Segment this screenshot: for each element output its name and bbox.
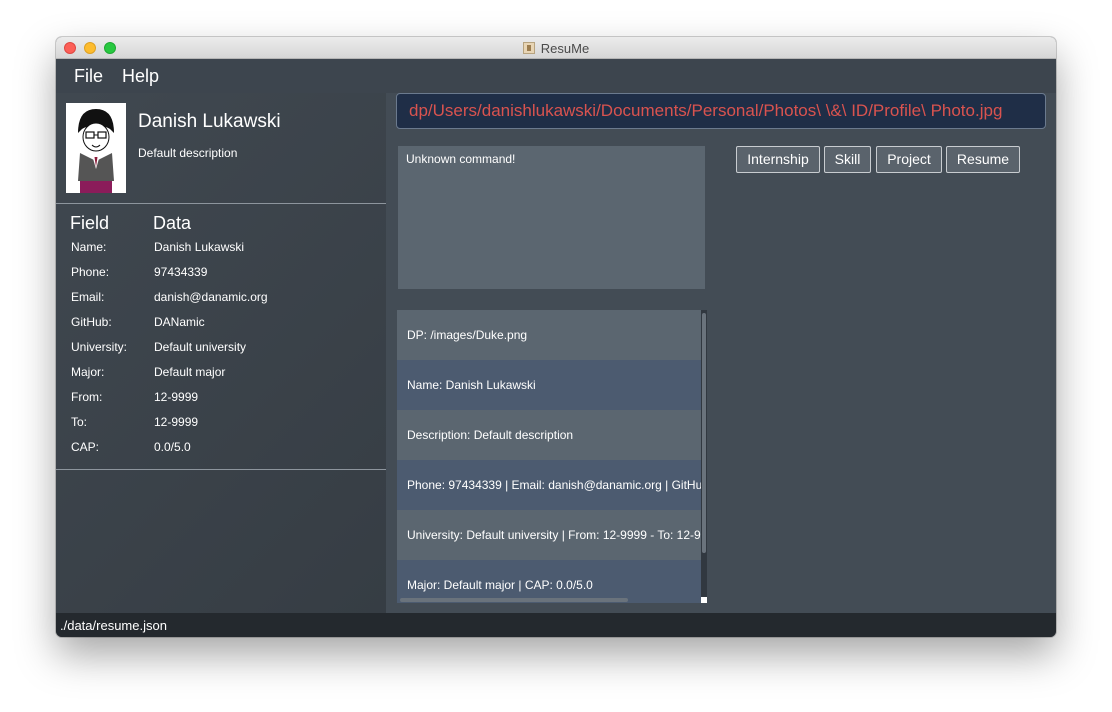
internship-button[interactable]: Internship — [736, 146, 820, 173]
field-row: CAP: 0.0/5.0 — [56, 436, 386, 461]
field-row: Major: Default major — [56, 361, 386, 386]
list-item[interactable]: DP: /images/Duke.png — [397, 310, 701, 360]
header-field: Field — [70, 213, 110, 233]
scroll-corner — [701, 597, 707, 603]
field-row: To: 12-9999 — [56, 411, 386, 436]
profile-photo — [66, 103, 126, 193]
menu-bar: File Help — [56, 59, 1056, 93]
field-value: 12-9999 — [154, 415, 199, 429]
resume-item-list[interactable]: DP: /images/Duke.png Name: Danish Lukaws… — [397, 310, 707, 603]
project-button[interactable]: Project — [876, 146, 942, 173]
field-key: Name: — [71, 240, 107, 254]
field-row: Name: Danish Lukawski — [56, 236, 386, 261]
separator-bottom — [56, 469, 386, 470]
field-value: Danish Lukawski — [154, 240, 245, 254]
profile-panel: Danish Lukawski Default description Fiel… — [56, 93, 386, 613]
horizontal-scroll-thumb[interactable] — [400, 598, 628, 602]
field-value: Default university — [154, 340, 247, 354]
header-data: Data — [153, 213, 192, 233]
list-item[interactable]: Description: Default description — [397, 410, 701, 460]
skill-button[interactable]: Skill — [824, 146, 871, 173]
field-row: From: 12-9999 — [56, 386, 386, 411]
status-bar: ./data/resume.json — [56, 613, 1056, 637]
list-item[interactable]: University: Default university | From: 1… — [397, 510, 701, 560]
list-item[interactable]: Name: Danish Lukawski — [397, 360, 701, 410]
field-row: Phone: 97434339 — [56, 261, 386, 286]
app-window: ResuMe File Help Danish Lukawski Default… — [56, 37, 1056, 637]
window-title-wrap: ResuMe — [56, 37, 1056, 59]
result-display: Unknown command! — [398, 146, 705, 289]
window-title: ResuMe — [540, 40, 590, 56]
field-key: From: — [71, 390, 103, 404]
profile-name: Danish Lukawski — [138, 111, 281, 132]
field-row: GitHub: DANamic — [56, 311, 386, 336]
app-icon — [522, 42, 535, 54]
field-row: University: Default university — [56, 336, 386, 361]
title-bar: ResuMe — [56, 37, 1056, 59]
field-value: 97434339 — [154, 265, 208, 279]
field-key: CAP: — [71, 440, 100, 454]
field-key: To: — [71, 415, 88, 429]
field-row: Email: danish@danamic.org — [56, 286, 386, 311]
list-item[interactable]: Phone: 97434339 | Email: danish@danamic.… — [397, 460, 701, 510]
separator-top — [56, 203, 386, 204]
field-key: Phone: — [71, 265, 110, 279]
field-key: Email: — [71, 290, 105, 304]
resume-button[interactable]: Resume — [946, 146, 1020, 173]
field-value: 12-9999 — [154, 390, 199, 404]
command-input[interactable]: dp/Users/danishlukawski/Documents/Person… — [396, 93, 1046, 129]
field-key: GitHub: — [71, 315, 112, 329]
field-value: Default major — [154, 365, 226, 379]
menu-help[interactable]: Help — [122, 66, 159, 87]
main-panel: dp/Users/danishlukawski/Documents/Person… — [386, 93, 1056, 613]
field-value: DANamic — [154, 315, 205, 329]
field-key: Major: — [71, 365, 105, 379]
field-key: University: — [71, 340, 128, 354]
vertical-scroll-thumb[interactable] — [702, 313, 706, 553]
field-value: danish@danamic.org — [154, 290, 268, 304]
avatar-icon — [66, 103, 126, 193]
profile-description: Default description — [138, 146, 238, 160]
field-value: 0.0/5.0 — [154, 440, 191, 454]
menu-file[interactable]: File — [74, 66, 103, 87]
list-item[interactable]: Major: Default major | CAP: 0.0/5.0 — [397, 560, 701, 603]
